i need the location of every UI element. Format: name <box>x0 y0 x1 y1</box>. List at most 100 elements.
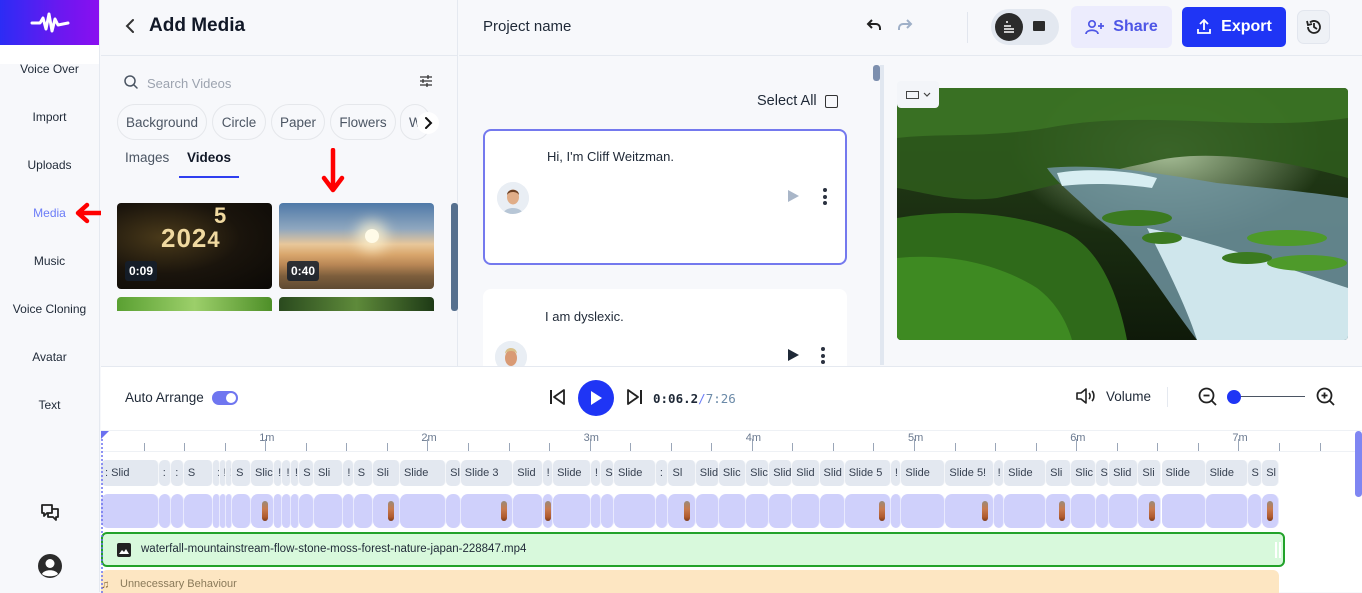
slide-segment[interactable]: Slide <box>1004 460 1047 486</box>
zoom-out-button[interactable] <box>1197 386 1219 413</box>
checkbox-icon[interactable] <box>824 94 838 108</box>
share-button[interactable]: Share <box>1071 6 1172 48</box>
slide-segment[interactable]: S <box>601 460 614 486</box>
script-block-text[interactable]: I am dyslexic. <box>545 309 624 324</box>
slide-segment[interactable]: Slide <box>613 460 656 486</box>
avatar-segment[interactable] <box>613 494 656 528</box>
zoom-slider-thumb[interactable] <box>1227 390 1241 404</box>
media-scrollbar[interactable] <box>451 203 458 311</box>
slide-segment[interactable]: Sl <box>1262 460 1279 486</box>
avatar-segment[interactable] <box>1138 494 1162 528</box>
avatar-segment[interactable] <box>251 494 275 528</box>
avatar-segment[interactable] <box>792 494 820 528</box>
tab-videos[interactable]: Videos <box>187 150 231 165</box>
avatar-segment[interactable] <box>183 494 214 528</box>
slide-segment[interactable]: Slic <box>251 460 275 486</box>
nav-item-uploads[interactable]: Uploads <box>0 158 99 172</box>
slide-segment[interactable]: S <box>232 460 251 486</box>
slide-segment[interactable]: Slid <box>792 460 820 486</box>
avatar-segment[interactable] <box>513 494 543 528</box>
slide-segment[interactable]: : <box>213 460 220 486</box>
slide-segment[interactable]: Slid <box>819 460 845 486</box>
video-thumbnail[interactable]: 2024 5 0:09 <box>117 203 272 289</box>
avatar-segment[interactable] <box>1262 494 1279 528</box>
slide-segment[interactable]: ! <box>219 460 226 486</box>
video-thumbnail[interactable] <box>117 297 272 311</box>
avatar-segment[interactable] <box>1071 494 1097 528</box>
slide-segment[interactable]: ! <box>274 460 283 486</box>
category-chip[interactable]: Flowers <box>330 104 396 140</box>
project-name[interactable]: Project name <box>483 18 571 35</box>
script-scrollbar[interactable] <box>873 65 880 81</box>
script-view-icon[interactable] <box>995 13 1023 41</box>
avatar-segment[interactable] <box>460 494 514 528</box>
avatar-segment[interactable] <box>1109 494 1139 528</box>
slide-segment[interactable]: Slic <box>718 460 747 486</box>
slide-segment[interactable]: ! <box>590 460 602 486</box>
script-block-text[interactable]: Hi, I'm Cliff Weitzman. <box>547 149 674 164</box>
search-input[interactable] <box>147 72 407 94</box>
slide-segment[interactable]: : <box>171 460 184 486</box>
avatar-segment[interactable] <box>601 494 614 528</box>
version-history-button[interactable] <box>1297 10 1330 44</box>
nav-item-music[interactable]: Music <box>0 254 99 268</box>
slide-segment[interactable]: Sl <box>668 460 696 486</box>
video-view-icon[interactable] <box>1033 21 1045 31</box>
slide-segment[interactable]: : <box>158 460 172 486</box>
avatar-segment[interactable] <box>213 494 220 528</box>
slide-segment[interactable]: Sli <box>1138 460 1162 486</box>
aspect-ratio-dropdown[interactable] <box>897 81 939 108</box>
slide-segment[interactable]: ! <box>890 460 902 486</box>
avatar-segment[interactable] <box>274 494 283 528</box>
avatar-segment[interactable] <box>1046 494 1072 528</box>
script-block[interactable]: Hi, I'm Cliff Weitzman. <box>483 129 847 265</box>
avatar-segment[interactable] <box>769 494 793 528</box>
category-chip[interactable]: Circle <box>212 104 266 140</box>
slide-segment[interactable]: ! <box>343 460 354 486</box>
video-thumbnail[interactable] <box>279 297 434 311</box>
avatar-segment[interactable] <box>232 494 251 528</box>
avatar-segment[interactable] <box>353 494 373 528</box>
avatar-segment[interactable] <box>542 494 554 528</box>
avatar-segment[interactable] <box>158 494 172 528</box>
slide-segment[interactable]: : <box>655 460 669 486</box>
undo-button[interactable] <box>864 16 884 41</box>
slide-segment[interactable]: Sli <box>313 460 344 486</box>
more-options-button[interactable] <box>823 188 827 208</box>
avatar-segment[interactable] <box>945 494 994 528</box>
script-block[interactable]: I am dyslexic. <box>483 289 847 366</box>
nav-item-import[interactable]: Import <box>0 110 99 124</box>
user-avatar-icon[interactable] <box>38 554 62 583</box>
avatar-segment[interactable] <box>399 494 447 528</box>
tab-images[interactable]: Images <box>125 150 169 165</box>
chips-next-button[interactable] <box>417 112 439 134</box>
avatar-segment[interactable] <box>590 494 602 528</box>
slide-segment[interactable]: ! <box>290 460 300 486</box>
more-options-button[interactable] <box>821 347 825 366</box>
nav-item-text[interactable]: Text <box>0 398 99 412</box>
speaker-avatar[interactable] <box>497 182 529 214</box>
slide-segment[interactable]: S <box>299 460 314 486</box>
slide-segment[interactable]: Sl <box>446 460 461 486</box>
video-clip[interactable]: waterfall-mountainstream-flow-stone-moss… <box>101 532 1285 567</box>
avatar-segment[interactable] <box>901 494 946 528</box>
avatar-segment[interactable] <box>668 494 696 528</box>
avatar-segment[interactable] <box>290 494 300 528</box>
avatar-segment[interactable] <box>655 494 669 528</box>
video-preview[interactable] <box>897 88 1348 340</box>
avatar-segment[interactable] <box>819 494 845 528</box>
zoom-in-button[interactable] <box>1315 386 1337 413</box>
back-button[interactable] <box>123 16 137 42</box>
avatar-segment[interactable] <box>844 494 891 528</box>
avatar-segment[interactable] <box>1247 494 1263 528</box>
audio-clip[interactable]: ♫ Unnecessary Behaviour <box>101 570 1279 593</box>
category-chip[interactable]: Paper <box>271 104 325 140</box>
avatar-segment[interactable] <box>1004 494 1047 528</box>
slide-segment[interactable]: Slide 5 <box>844 460 891 486</box>
play-block-button[interactable] <box>787 348 800 365</box>
avatar-segment[interactable] <box>746 494 770 528</box>
nav-item-avatar[interactable]: Avatar <box>0 350 99 364</box>
avatar-segment[interactable] <box>446 494 461 528</box>
avatar-segment[interactable] <box>282 494 291 528</box>
clip-resize-handle[interactable] <box>1275 542 1281 558</box>
